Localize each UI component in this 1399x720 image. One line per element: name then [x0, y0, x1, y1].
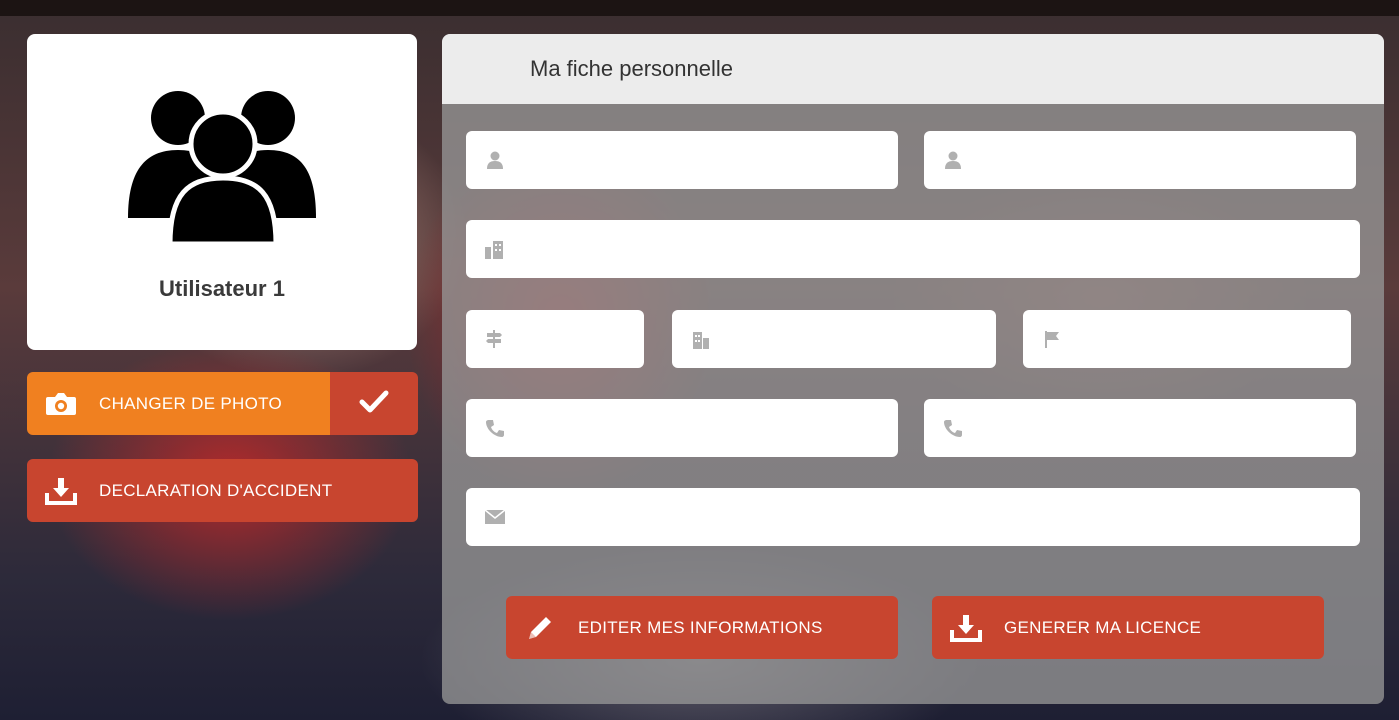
download-icon [948, 610, 984, 646]
city-icon [690, 328, 712, 350]
download-icon [43, 473, 79, 509]
phone-2-field[interactable] [924, 398, 1356, 458]
signpost-icon [484, 328, 504, 350]
confirm-photo-button[interactable] [330, 372, 418, 435]
generate-licence-label: GENERER MA LICENCE [1004, 617, 1202, 637]
username: Utilisateur 1 [159, 276, 285, 301]
accident-declaration-button[interactable]: DECLARATION D'ACCIDENT [27, 459, 418, 522]
phone-icon [484, 417, 506, 439]
user-icon [942, 149, 964, 171]
user-icon [484, 149, 506, 171]
personal-info-panel: Ma fiche personnelle EDITER MES INFORMAT… [442, 34, 1384, 704]
city-input[interactable] [724, 309, 996, 369]
phone-1-field[interactable] [466, 398, 898, 458]
phone-1-input[interactable] [518, 398, 898, 458]
users-group-icon [128, 91, 316, 246]
postal-code-field[interactable] [466, 309, 727, 369]
panel-title: Ma fiche personnelle [442, 34, 1384, 104]
check-icon [359, 389, 389, 418]
email-input[interactable] [518, 487, 1360, 547]
camera-icon [43, 386, 79, 422]
country-input[interactable] [1075, 309, 1351, 369]
phone-2-input[interactable] [976, 398, 1356, 458]
accident-label: DECLARATION D'ACCIDENT [99, 480, 333, 500]
pencil-icon [522, 610, 558, 646]
edit-info-label: EDITER MES INFORMATIONS [578, 617, 823, 637]
address-input[interactable] [518, 219, 1360, 279]
address-field[interactable] [466, 219, 1360, 279]
last-name-field[interactable] [466, 130, 898, 190]
change-photo-button[interactable]: CHANGER DE PHOTO [27, 372, 330, 435]
email-field[interactable] [466, 487, 1360, 547]
first-name-input[interactable] [976, 130, 1356, 190]
flag-icon [1041, 328, 1063, 350]
first-name-field[interactable] [924, 130, 1356, 190]
envelope-icon [484, 506, 506, 528]
change-photo-label: CHANGER DE PHOTO [99, 393, 283, 413]
edit-info-button[interactable]: EDITER MES INFORMATIONS [506, 596, 898, 659]
city-field[interactable] [672, 309, 996, 369]
last-name-input[interactable] [518, 130, 898, 190]
user-card: Utilisateur 1 [27, 34, 417, 350]
building-icon [484, 238, 506, 260]
generate-licence-button[interactable]: GENERER MA LICENCE [932, 596, 1324, 659]
phone-icon [942, 417, 964, 439]
country-field[interactable] [1023, 309, 1351, 369]
